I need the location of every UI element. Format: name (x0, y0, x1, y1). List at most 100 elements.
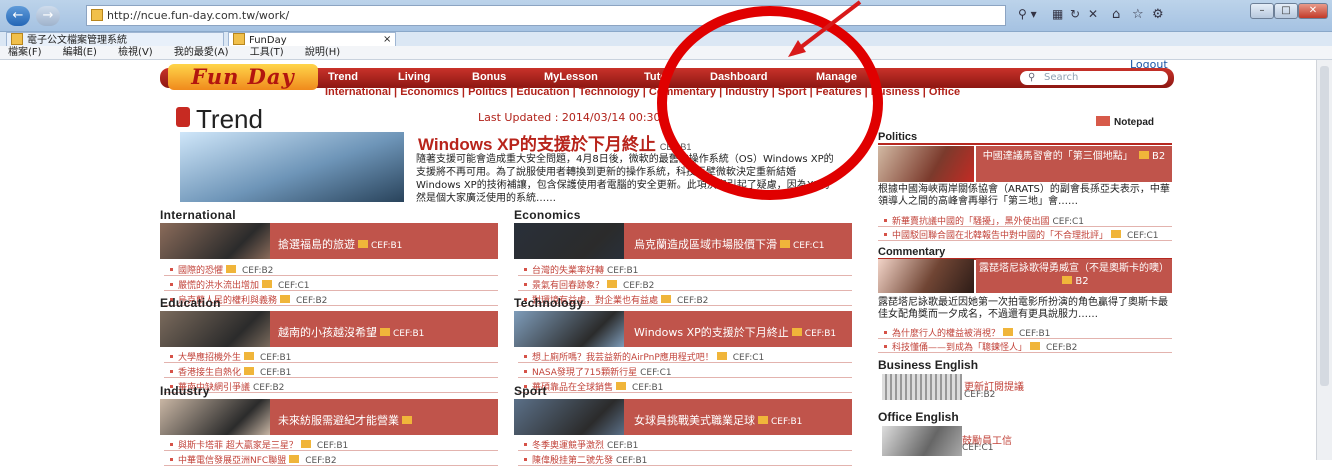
item-divider (518, 290, 852, 291)
feature-cef: CEF:B1 (393, 329, 425, 339)
item-divider (164, 275, 498, 276)
refresh-icon[interactable]: ↻ (1070, 7, 1080, 21)
tab-document-system[interactable]: 電子公文檔案管理系統 (6, 32, 224, 46)
menu-help[interactable]: 說明(H) (305, 47, 340, 58)
level-badge-icon (244, 352, 255, 360)
section-feature-card[interactable]: 越南的小孩越沒希望 CEF:B1 (160, 311, 498, 347)
favorites-star-icon[interactable]: ☆ (1132, 7, 1144, 22)
section-feature-image[interactable] (514, 311, 624, 347)
commentary-feature-cef: B2 (1075, 276, 1089, 287)
item-divider (878, 226, 1172, 227)
level-badge-icon (300, 440, 311, 448)
commentary-image[interactable] (878, 259, 974, 293)
office-english-heading: Office English (878, 410, 959, 424)
level-badge-icon (226, 265, 237, 273)
section-feature-image[interactable] (160, 311, 270, 347)
headline-image[interactable] (180, 132, 404, 202)
bullet-icon (170, 370, 173, 373)
back-button-icon[interactable]: ← (6, 6, 30, 26)
section-feature-image[interactable] (514, 399, 624, 435)
politics-feature[interactable]: 中國達議馬習會的「第三個地點」 B2 (976, 146, 1172, 182)
office-english-cef: CEF:C1 (962, 443, 994, 453)
level-badge-icon (780, 240, 790, 248)
forward-button-icon[interactable]: → (36, 6, 60, 26)
commentary-feature[interactable]: 露琵塔尼詠歌得勇威宣（不是奧斯卡的噢） B2 (976, 259, 1172, 293)
item-divider (878, 352, 1172, 353)
nav-living[interactable]: Living (398, 71, 430, 83)
section-feature-card[interactable]: 烏克蘭造成區域市場股價下滑 CEF:C1 (514, 223, 852, 259)
politics-feature-cef: B2 (1151, 151, 1166, 162)
office-english-image[interactable] (882, 426, 962, 456)
section-feature-image[interactable] (160, 399, 270, 435)
tab-label: 電子公文檔案管理系統 (27, 35, 127, 46)
feature-title-text: 越南的小孩越沒希望 (278, 326, 377, 339)
commentary-heading: Commentary (878, 246, 1172, 260)
level-badge-icon (1111, 230, 1122, 238)
item-divider (878, 338, 1172, 339)
page-title: Trend (196, 104, 263, 134)
search-dropdown-icon[interactable]: ⚲ ▾ (1018, 7, 1037, 21)
business-english-cef: CEF:B2 (964, 390, 996, 400)
bullet-icon (884, 233, 887, 236)
feature-cef: CEF:B1 (371, 241, 403, 251)
section-feature-title[interactable]: 搶選福島的旅遊 CEF:B1 (278, 236, 402, 252)
section-feature-title[interactable]: 女球員挑戰美式職業足球 CEF:B1 (634, 412, 802, 428)
menu-tools[interactable]: 工具(T) (250, 47, 284, 58)
menu-favorites[interactable]: 我的最愛(A) (174, 47, 229, 58)
compat-view-icon[interactable]: ▦ (1052, 7, 1063, 21)
bullet-icon (524, 283, 527, 286)
section-feature-card[interactable]: Windows XP的支援於下月終止 CEF:B1 (514, 311, 852, 347)
close-tab-icon[interactable]: × (383, 33, 391, 47)
search-icon: ⚲ (1028, 72, 1036, 83)
section-feature-title[interactable]: 未來紡服需避紀才能營業 (278, 412, 415, 428)
section-feature-card[interactable]: 未來紡服需避紀才能營業 (160, 399, 498, 435)
bullet-icon (170, 443, 173, 446)
level-badge-icon (1003, 328, 1014, 336)
menu-file[interactable]: 檔案(F) (8, 47, 42, 58)
bullet-icon (524, 370, 527, 373)
level-badge-icon (380, 328, 390, 336)
bullet-icon (884, 331, 887, 334)
section-feature-card[interactable]: 女球員挑戰美式職業足球 CEF:B1 (514, 399, 852, 435)
tab-funday[interactable]: FunDay × (228, 32, 396, 46)
notepad-link[interactable]: Notepad (1096, 116, 1154, 128)
level-badge-icon (791, 328, 802, 336)
address-bar-url: http://ncue.fun-day.com.tw/work/ (107, 9, 290, 22)
business-english-image[interactable] (882, 374, 962, 400)
funday-logo[interactable]: Fun Day (168, 64, 318, 90)
level-badge-icon (1138, 151, 1149, 159)
bullet-icon (524, 443, 527, 446)
notepad-label: Notepad (1114, 117, 1154, 128)
section-feature-title[interactable]: 越南的小孩越沒希望 CEF:B1 (278, 324, 424, 340)
section-feature-title[interactable]: Windows XP的支援於下月終止 CEF:B1 (634, 324, 836, 340)
close-window-button[interactable]: ✕ (1298, 3, 1328, 19)
maximize-button[interactable]: □ (1274, 3, 1298, 19)
minimize-button[interactable]: – (1250, 3, 1274, 19)
menu-view[interactable]: 檢視(V) (118, 47, 153, 58)
item-divider (518, 275, 852, 276)
nav-mylesson[interactable]: MyLesson (544, 71, 598, 83)
page-scrollbar[interactable] (1316, 60, 1332, 460)
search-input[interactable]: ⚲ Search (1020, 71, 1168, 85)
politics-heading: Politics (878, 131, 1172, 145)
scrollbar-thumb[interactable] (1320, 66, 1329, 386)
section-feature-title[interactable]: 烏克蘭造成區域市場股價下滑 CEF:C1 (634, 236, 825, 252)
feature-cef: CEF:B1 (771, 417, 803, 427)
feature-cef: CEF:B1 (804, 329, 837, 339)
feature-title-text: 女球員挑戰美式職業足球 (634, 414, 755, 427)
item-divider (164, 362, 498, 363)
nav-bonus[interactable]: Bonus (472, 71, 506, 83)
section-feature-image[interactable] (514, 223, 624, 259)
level-badge-icon (402, 416, 412, 424)
home-icon[interactable]: ⌂ (1112, 7, 1120, 22)
commentary-feature-title: 露琵塔尼詠歌得勇威宣（不是奧斯卡的噢） (979, 263, 1169, 274)
settings-gear-icon[interactable]: ⚙ (1152, 7, 1164, 22)
stop-icon[interactable]: ✕ (1088, 7, 1098, 21)
menu-edit[interactable]: 編輯(E) (63, 47, 97, 58)
section-feature-card[interactable]: 搶選福島的旅遊 CEF:B1 (160, 223, 498, 259)
commentary-summary: 露琵塔尼詠歌最近因她第一次拍電影所扮演的角色贏得了奧斯卡最佳女配角獎而一夕成名，… (878, 297, 1168, 320)
nav-trend[interactable]: Trend (328, 71, 358, 83)
section-feature-image[interactable] (160, 223, 270, 259)
feature-title-text: Windows XP的支援於下月終止 (634, 326, 789, 339)
feature-title-text: 未來紡服需避紀才能營業 (278, 414, 399, 427)
